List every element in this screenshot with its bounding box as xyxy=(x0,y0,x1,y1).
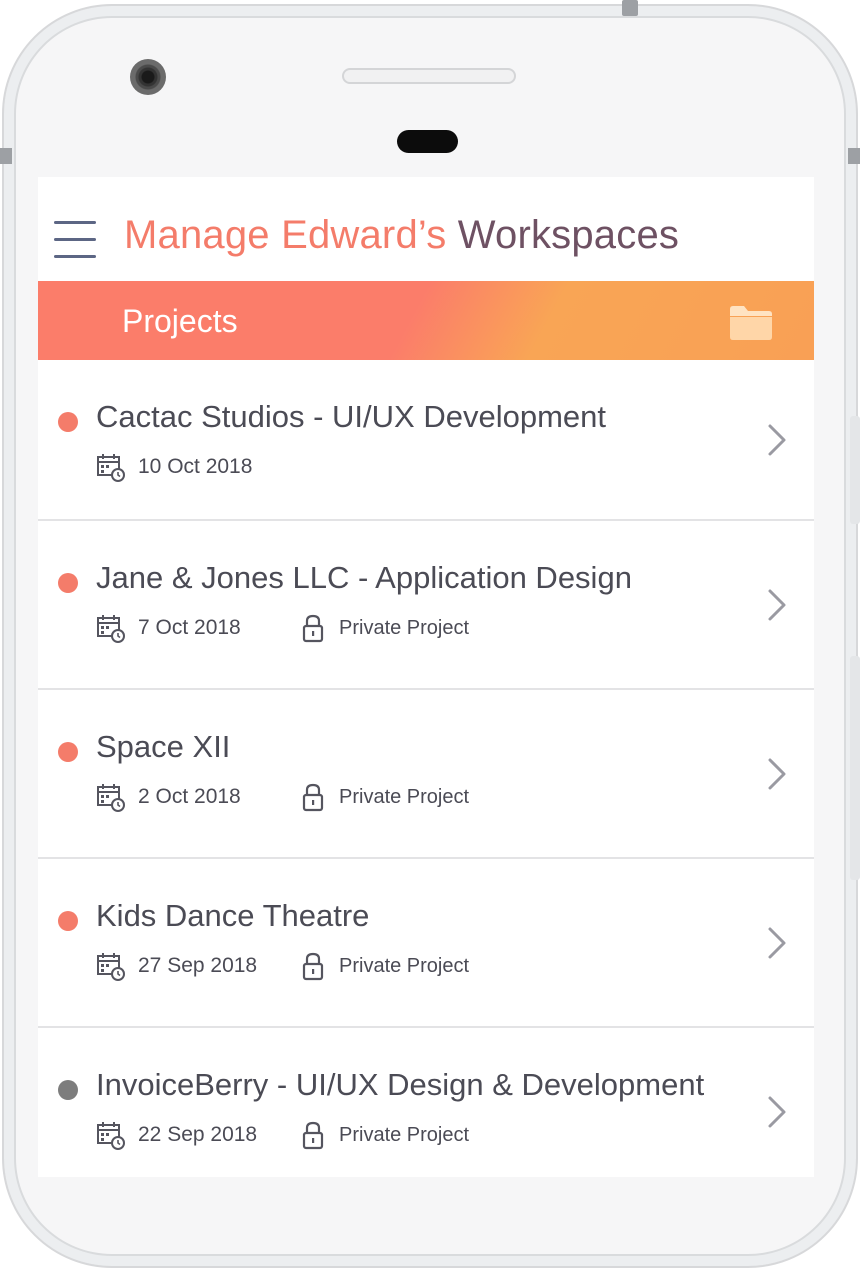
privacy-label: Private Project xyxy=(339,1123,470,1146)
volume-down-button xyxy=(850,656,860,880)
lock-icon xyxy=(301,1120,325,1150)
page-title-owner: Manage Edward’s xyxy=(124,213,447,257)
status-dot xyxy=(58,412,78,432)
folder-icon[interactable] xyxy=(728,303,774,341)
project-date: 7 Oct 2018 xyxy=(138,616,241,639)
calendar-icon xyxy=(96,1120,126,1150)
project-row[interactable]: Cactac Studios - UI/UX Development 10 Oct… xyxy=(38,360,814,521)
project-date: 22 Sep 2018 xyxy=(138,1123,258,1146)
project-meta: 22 Sep 2018 Private Project xyxy=(96,1120,469,1150)
status-dot xyxy=(58,1080,78,1100)
lock-icon xyxy=(301,613,325,643)
lock-icon xyxy=(301,782,325,812)
app-screen: Manage Edward’s Workspaces Projects Cact… xyxy=(38,177,814,1177)
project-meta: 10 Oct 2018 xyxy=(96,452,283,482)
chevron-right-icon[interactable] xyxy=(766,422,788,458)
project-row[interactable]: Space XII 2 Oct 2018 Private Project xyxy=(38,690,814,859)
page-title: Manage Edward’s Workspaces xyxy=(124,213,679,258)
front-camera xyxy=(130,59,166,95)
project-name: Space XII xyxy=(96,729,231,764)
earpiece-speaker xyxy=(342,68,516,84)
project-row[interactable]: Jane & Jones LLC - Application Design 7 O… xyxy=(38,521,814,690)
volume-up-button xyxy=(850,416,860,524)
menu-icon[interactable] xyxy=(54,221,96,259)
chevron-right-icon[interactable] xyxy=(766,587,788,623)
project-date: 10 Oct 2018 xyxy=(138,455,253,478)
app-bar: Manage Edward’s Workspaces xyxy=(38,177,814,281)
calendar-icon xyxy=(96,782,126,812)
project-meta: 27 Sep 2018 Private Project xyxy=(96,951,469,981)
project-date: 27 Sep 2018 xyxy=(138,954,258,977)
frame-notch-left xyxy=(0,148,12,164)
chevron-right-icon[interactable] xyxy=(766,756,788,792)
banner-title: Projects xyxy=(122,303,238,339)
project-meta: 7 Oct 2018 Private Project xyxy=(96,613,469,643)
calendar-icon xyxy=(96,951,126,981)
project-row[interactable]: Kids Dance Theatre 27 Sep 2018 Private Pro… xyxy=(38,859,814,1028)
status-dot xyxy=(58,742,78,762)
project-name: Cactac Studios - UI/UX Development xyxy=(96,399,606,434)
project-name: Kids Dance Theatre xyxy=(96,898,370,933)
proximity-sensor xyxy=(397,130,458,153)
project-list: Cactac Studios - UI/UX Development 10 Oct… xyxy=(38,360,814,1177)
calendar-icon xyxy=(96,613,126,643)
project-name: Jane & Jones LLC - Application Design xyxy=(96,560,632,595)
project-row[interactable]: InvoiceBerry - UI/UX Design & Developmen… xyxy=(38,1028,814,1177)
privacy-label: Private Project xyxy=(339,785,470,808)
projects-banner: Projects xyxy=(38,281,814,360)
status-dot xyxy=(58,573,78,593)
chevron-right-icon[interactable] xyxy=(766,925,788,961)
lock-icon xyxy=(301,951,325,981)
privacy-label: Private Project xyxy=(339,954,470,977)
project-date: 2 Oct 2018 xyxy=(138,785,241,808)
frame-notch-right xyxy=(848,148,860,164)
chevron-right-icon[interactable] xyxy=(766,1094,788,1130)
status-dot xyxy=(58,911,78,931)
privacy-label: Private Project xyxy=(339,616,470,639)
project-meta: 2 Oct 2018 Private Project xyxy=(96,782,469,812)
power-button xyxy=(622,0,638,16)
calendar-icon xyxy=(96,452,126,482)
page-title-workspaces: Workspaces xyxy=(446,213,680,257)
project-name: InvoiceBerry - UI/UX Design & Developmen… xyxy=(96,1067,705,1102)
